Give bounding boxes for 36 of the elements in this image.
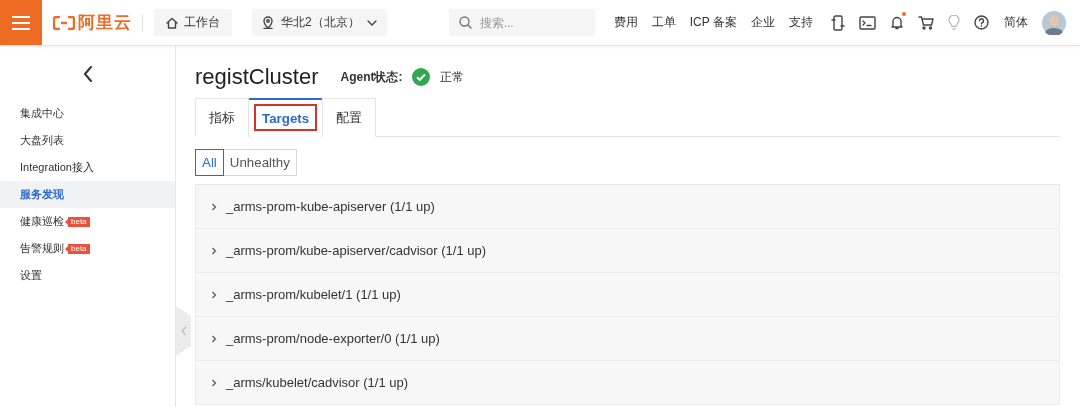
target-row[interactable]: _arms-prom/node-exporter/0 (1/1 up) [195,317,1060,361]
language-link[interactable]: 简体 [1003,14,1028,31]
sidebar-item[interactable]: Integration接入 [0,154,175,181]
nav-link[interactable]: 支持 [788,14,813,31]
target-name: _arms-prom/node-exporter/0 (1/1 up) [226,331,440,346]
target-row[interactable]: _arms/kubelet/cadvisor (1/1 up) [195,361,1060,405]
nav-link[interactable]: ICP 备案 [689,14,737,31]
sidebar-item[interactable]: 告警规则 beta [0,235,175,262]
target-name: _arms/kubelet/cadvisor (1/1 up) [226,375,409,390]
sidebar-item[interactable]: 设置 [0,262,175,289]
workbench-button[interactable]: 工作台 [154,9,232,36]
region-selector[interactable]: 华北2（北京） [252,9,387,36]
sidebar-item[interactable]: 集成中心 [0,100,175,127]
tab[interactable]: 配置 [322,98,377,137]
page-title: registCluster [195,64,319,90]
filter-button[interactable]: All [195,149,224,176]
agent-status-value: 正常 [440,68,465,86]
sidebar-item[interactable]: 大盘列表 [0,127,175,154]
sidebar-item[interactable]: 服务发现 [0,181,175,208]
nav-link[interactable]: 企业 [750,14,775,31]
nav-link[interactable]: 费用 [613,14,638,31]
target-row[interactable]: _arms-prom/kube-apiserver/cadvisor (1/1 up) [195,229,1060,273]
search-field[interactable]: 搜索... [448,9,595,36]
target-row[interactable]: _arms-prom-kube-apiserver (1/1 up) [195,185,1060,229]
beta-tag: beta [68,216,90,227]
target-name: _arms-prom/kube-apiserver/cadvisor (1/1 up) [226,243,487,258]
target-name: _arms-prom-kube-apiserver (1/1 up) [226,199,435,214]
tab[interactable]: 指标 [195,98,249,137]
tab[interactable]: Targets [248,98,324,137]
nav-link[interactable]: 工单 [651,14,676,31]
agent-status-label: Agent状态: [340,68,403,86]
target-row[interactable]: _arms-prom/kubelet/1 (1/1 up) [195,273,1060,317]
target-name: _arms-prom/kubelet/1 (1/1 up) [226,287,401,302]
filter-button[interactable]: Unhealthy [222,149,297,176]
beta-tag: beta [68,243,90,254]
sidebar-item[interactable]: 健康巡检 beta [0,208,175,235]
